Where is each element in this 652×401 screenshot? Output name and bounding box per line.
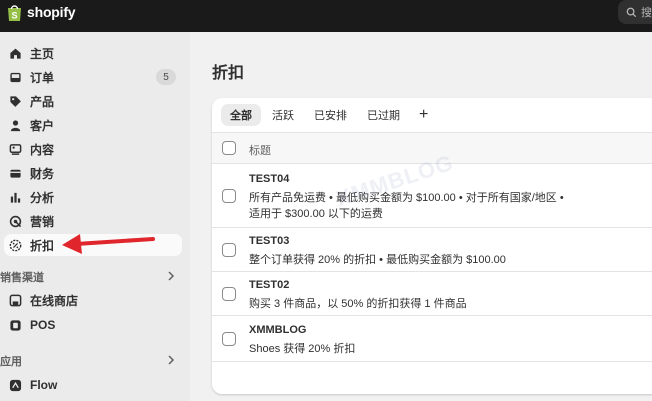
flow-app-icon (8, 378, 22, 392)
sidebar-item-pos[interactable]: POS (4, 314, 182, 336)
sidebar-item-label: 分析 (30, 190, 55, 205)
sidebar-item-finance[interactable]: 财务 (4, 162, 182, 184)
discount-description: 整个订单获得 20% 的折扣 • 最低购买金额为 $100.00 (249, 254, 506, 266)
discount-title[interactable]: TEST04 (249, 173, 289, 185)
discount-description: 适用于 $300.00 以下的运费 (249, 208, 383, 220)
sidebar-item-label: 主页 (30, 46, 55, 61)
bank-icon (8, 166, 22, 180)
chevron-right-icon (168, 355, 175, 365)
sidebar-item-label: 营销 (30, 214, 55, 229)
sidebar-item-label: 内容 (30, 142, 55, 157)
tag-icon (8, 94, 22, 108)
search-icon (626, 7, 637, 17)
discounts-card: 全部 活跃 已安排 已过期 + 标题 TEST04 所有产品免运费 • 最低购买… (212, 98, 652, 394)
sidebar-item-label: 产品 (30, 94, 55, 109)
discount-title[interactable]: XMMBLOG (249, 324, 306, 336)
page-title: 折扣 (212, 65, 245, 82)
sidebar-item-content[interactable]: 内容 (4, 138, 182, 160)
svg-text:S: S (11, 10, 17, 20)
row-checkbox[interactable] (222, 332, 236, 346)
store-icon (8, 293, 22, 307)
sidebar-item-label: 财务 (30, 166, 55, 181)
sidebar-item-label: POS (30, 318, 56, 332)
brand-name: shopify (27, 4, 76, 20)
sidebar: 主页 订单 5 产品 客户 内容 财务 分析 营销 折扣 销售渠道 在线商店 P… (0, 32, 190, 401)
sidebar-item-home[interactable]: 主页 (4, 42, 182, 64)
tab-all[interactable]: 全部 (221, 104, 261, 126)
inbox-icon (8, 70, 22, 84)
section-apps-label: 应用 (0, 356, 22, 368)
discount-description: Shoes 获得 20% 折扣 (249, 343, 356, 355)
discount-title[interactable]: TEST02 (249, 279, 289, 291)
annotation-arrow (62, 234, 155, 254)
chevron-right-icon (168, 271, 175, 281)
table-row[interactable]: TEST04 所有产品免运费 • 最低购买金额为 $100.00 • 对于所有国… (212, 164, 652, 228)
tab-scheduled[interactable]: 已安排 (305, 104, 356, 126)
target-icon (8, 214, 22, 228)
search-placeholder: 搜 (641, 7, 652, 19)
sidebar-item-customers[interactable]: 客户 (4, 114, 182, 136)
sidebar-item-label: Flow (30, 378, 58, 392)
discount-badge-icon (8, 238, 22, 252)
filter-tabs: 全部 活跃 已安排 已过期 + (212, 98, 652, 132)
top-bar: S shopify 搜 (0, 0, 652, 32)
sidebar-item-label: 在线商店 (30, 293, 79, 308)
bar-chart-icon (8, 190, 22, 204)
select-all-checkbox[interactable] (222, 141, 236, 155)
section-sales-channels-label: 销售渠道 (0, 272, 44, 284)
sidebar-item-label: 订单 (30, 70, 55, 85)
table-row[interactable]: TEST02 购买 3 件商品，以 50% 的折扣获得 1 件商品 (212, 272, 652, 316)
table-row[interactable]: XMMBLOG Shoes 获得 20% 折扣 (212, 316, 652, 362)
home-icon (8, 46, 22, 60)
sidebar-item-online-store[interactable]: 在线商店 (4, 289, 182, 311)
row-checkbox[interactable] (222, 189, 236, 203)
row-checkbox[interactable] (222, 287, 236, 301)
discount-title[interactable]: TEST03 (249, 235, 289, 247)
sidebar-item-label: 折扣 (30, 238, 55, 253)
shopify-bag-icon: S (8, 4, 21, 21)
sidebar-item-orders[interactable]: 订单 5 (4, 66, 182, 88)
sidebar-item-flow[interactable]: Flow (4, 374, 182, 396)
sidebar-item-label: 客户 (30, 118, 55, 133)
tab-expired[interactable]: 已过期 (358, 104, 409, 126)
orders-count-badge: 5 (156, 69, 176, 85)
column-title-header: 标题 (249, 145, 271, 157)
add-view-button[interactable]: + (411, 104, 436, 126)
sidebar-item-products[interactable]: 产品 (4, 90, 182, 112)
discount-description: 所有产品免运费 • 最低购买金额为 $100.00 • 对于所有国家/地区 • (249, 192, 564, 204)
search-bar[interactable]: 搜 (618, 0, 652, 24)
pos-icon (8, 318, 22, 332)
content-icon (8, 142, 22, 156)
tab-active[interactable]: 活跃 (263, 104, 303, 126)
discount-description: 购买 3 件商品，以 50% 的折扣获得 1 件商品 (249, 298, 467, 310)
table-header: 标题 (212, 132, 652, 164)
table-row[interactable]: TEST03 整个订单获得 20% 的折扣 • 最低购买金额为 $100.00 (212, 228, 652, 272)
person-icon (8, 118, 22, 132)
sidebar-item-analytics[interactable]: 分析 (4, 186, 182, 208)
section-apps[interactable]: 应用 (0, 352, 182, 370)
shopify-logo[interactable]: S shopify (6, 2, 76, 22)
section-sales-channels[interactable]: 销售渠道 (0, 268, 182, 286)
row-checkbox[interactable] (222, 243, 236, 257)
main-content: 折扣 全部 活跃 已安排 已过期 + 标题 TEST04 所有产品免运费 • 最… (190, 32, 652, 401)
